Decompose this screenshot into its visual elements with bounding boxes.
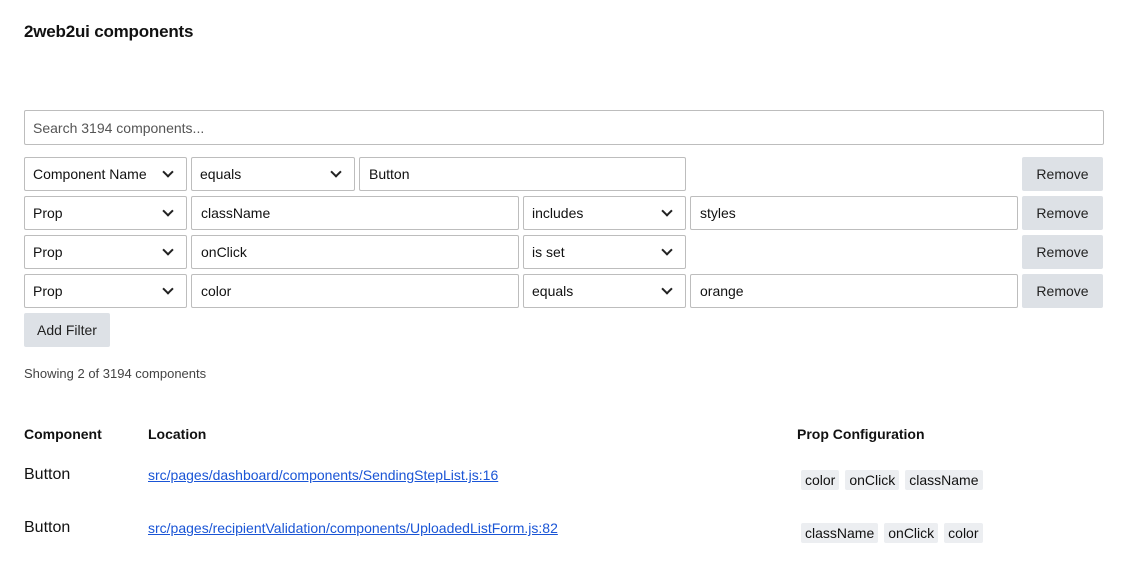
column-header-prop-configuration: Prop Configuration: [797, 426, 925, 442]
filter-value-input[interactable]: Button: [359, 157, 686, 191]
component-name-cell: Button: [24, 466, 71, 483]
location-link[interactable]: src/pages/dashboard/components/SendingSt…: [148, 467, 498, 483]
filter-field-select[interactable]: Prop: [24, 235, 187, 269]
prop-chip: onClick: [884, 523, 939, 543]
prop-chip: className: [801, 523, 879, 543]
prop-chip: onClick: [845, 470, 900, 490]
filter-value-input[interactable]: styles: [690, 196, 1018, 230]
prop-chip: className: [905, 470, 983, 490]
remove-button-label: Remove: [1036, 283, 1089, 299]
filter-operator-label: includes: [532, 205, 584, 221]
results-count-status: Showing 2 of 3194 components: [24, 366, 207, 381]
chevron-down-icon: [661, 283, 673, 295]
remove-button-label: Remove: [1036, 166, 1089, 182]
remove-button-label: Remove: [1036, 244, 1089, 260]
filter-prop-name-input[interactable]: color: [191, 274, 519, 308]
filter-value-text: styles: [700, 205, 736, 221]
filter-operator-label: equals: [532, 283, 574, 299]
prop-chip-list: color onClick className: [801, 470, 983, 490]
filter-field-label: Prop: [33, 205, 63, 221]
filter-field-label: Prop: [33, 244, 63, 260]
filter-field-select[interactable]: Prop: [24, 196, 187, 230]
filter-field-select[interactable]: Prop: [24, 274, 187, 308]
prop-chip-list: className onClick color: [801, 523, 983, 543]
prop-chip: color: [801, 470, 840, 490]
add-filter-label: Add Filter: [37, 322, 97, 338]
page-title: 2web2ui components: [24, 22, 194, 41]
filter-operator-select[interactable]: is set: [523, 235, 686, 269]
filter-value-text: orange: [700, 283, 744, 299]
filter-prop-name-text: onClick: [201, 244, 247, 260]
chevron-down-icon: [661, 244, 673, 256]
location-link[interactable]: src/pages/recipientValidation/components…: [148, 520, 558, 536]
column-header-component: Component: [24, 426, 102, 442]
chevron-down-icon: [162, 244, 174, 256]
filter-operator-label: equals: [200, 166, 242, 182]
filter-field-label: Prop: [33, 283, 63, 299]
filter-prop-name-input[interactable]: onClick: [191, 235, 519, 269]
column-header-location: Location: [148, 426, 207, 442]
chevron-down-icon: [162, 283, 174, 295]
filter-operator-select[interactable]: equals: [523, 274, 686, 308]
remove-filter-button[interactable]: Remove: [1022, 157, 1103, 191]
remove-filter-button[interactable]: Remove: [1022, 274, 1103, 308]
remove-filter-button[interactable]: Remove: [1022, 235, 1103, 269]
filter-prop-name-text: className: [201, 205, 271, 221]
filter-prop-name-text: color: [201, 283, 232, 299]
filter-operator-select[interactable]: equals: [191, 157, 355, 191]
filter-field-select[interactable]: Component Name: [24, 157, 187, 191]
remove-button-label: Remove: [1036, 205, 1089, 221]
chevron-down-icon: [661, 205, 673, 217]
filter-prop-name-input[interactable]: className: [191, 196, 519, 230]
chevron-down-icon: [330, 166, 342, 178]
filter-value-input[interactable]: orange: [690, 274, 1018, 308]
chevron-down-icon: [162, 205, 174, 217]
component-name-cell: Button: [24, 519, 71, 536]
chevron-down-icon: [162, 166, 174, 178]
add-filter-button[interactable]: Add Filter: [24, 313, 110, 347]
prop-chip: color: [944, 523, 983, 543]
filter-operator-label: is set: [532, 244, 565, 260]
filter-operator-select[interactable]: includes: [523, 196, 686, 230]
remove-filter-button[interactable]: Remove: [1022, 196, 1103, 230]
search-input[interactable]: [24, 110, 1104, 145]
filter-value-text: Button: [369, 166, 410, 182]
filter-field-label: Component Name: [33, 166, 147, 182]
